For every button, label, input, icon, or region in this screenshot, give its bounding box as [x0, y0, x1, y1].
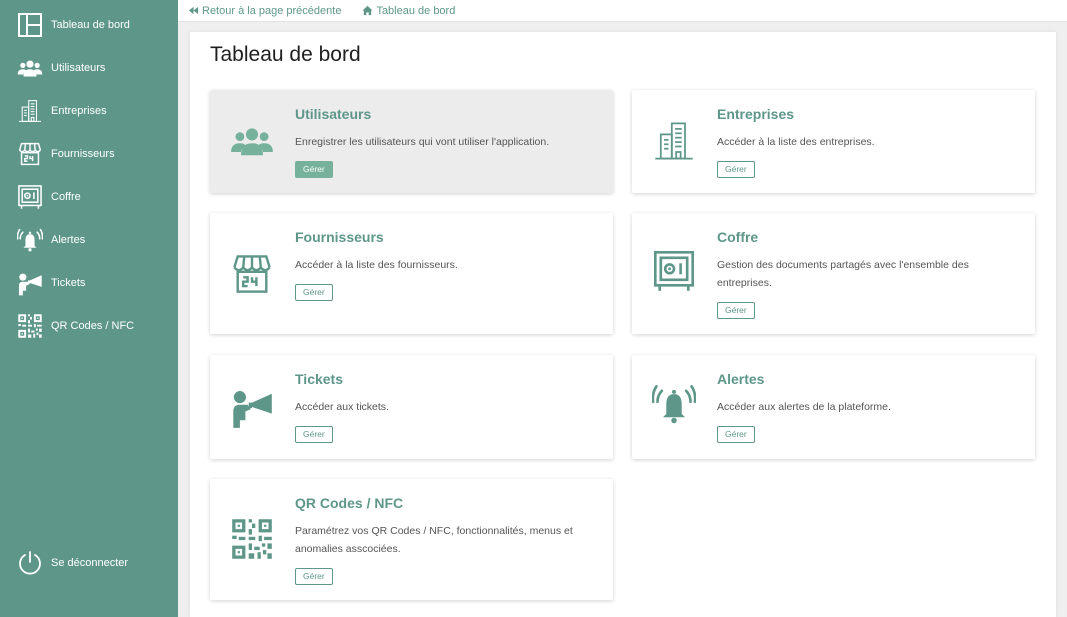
- sidebar-item-tableau-de-bord[interactable]: Tableau de bord: [0, 6, 178, 44]
- alarm-bell-icon: [652, 382, 696, 426]
- megaphone-person-icon: [16, 269, 44, 297]
- sidebar-item-utilisateurs[interactable]: Utilisateurs: [0, 49, 178, 87]
- card-description: Paramétrez vos QR Codes / NFC, fonctionn…: [295, 525, 573, 555]
- manage-button[interactable]: Gérer: [295, 161, 333, 178]
- manage-button[interactable]: Gérer: [717, 302, 755, 319]
- back-link-label: Retour à la page précédente: [202, 4, 342, 17]
- manage-button[interactable]: Gérer: [717, 426, 755, 443]
- qr-code-icon: [230, 517, 274, 561]
- users-icon: [16, 54, 44, 82]
- sidebar-item-qr-codes-nfc[interactable]: QR Codes / NFC: [0, 307, 178, 345]
- sidebar-item-label: Entreprises: [51, 105, 107, 117]
- sidebar: Tableau de bord Utilisateurs Entreprises…: [0, 0, 178, 617]
- double-chevron-left-icon: [188, 6, 199, 15]
- card-fournisseurs[interactable]: Fournisseurs Accéder à la liste des four…: [210, 213, 613, 334]
- back-link[interactable]: Retour à la page précédente: [188, 5, 341, 17]
- qr-code-icon: [16, 312, 44, 340]
- card-tickets[interactable]: Tickets Accéder aux tickets. Gérer: [210, 355, 613, 459]
- manage-button[interactable]: Gérer: [295, 568, 333, 585]
- card-title: Tickets: [295, 371, 343, 387]
- card-title: Coffre: [717, 229, 759, 245]
- sidebar-item-entreprises[interactable]: Entreprises: [0, 92, 178, 130]
- sidebar-item-coffre[interactable]: Coffre: [0, 178, 178, 216]
- sidebar-item-label: Tickets: [51, 277, 86, 289]
- users-icon: [230, 119, 274, 163]
- card-title: Fournisseurs: [295, 229, 384, 245]
- safe-icon: [652, 249, 696, 293]
- card-title: QR Codes / NFC: [295, 495, 404, 511]
- sidebar-item-fournisseurs[interactable]: Fournisseurs: [0, 135, 178, 173]
- building-icon: [16, 97, 44, 125]
- card-description: Gestion des documents partagés avec l'en…: [717, 259, 969, 289]
- card-description: Accéder aux tickets.: [295, 401, 389, 413]
- card-title: Utilisateurs: [295, 106, 372, 122]
- building-icon: [652, 119, 696, 163]
- alarm-bell-icon: [16, 226, 44, 254]
- logout-button[interactable]: Se déconnecter: [0, 544, 178, 582]
- card-description: Enregistrer les utilisateurs qui vont ut…: [295, 136, 550, 148]
- sidebar-item-label: Coffre: [51, 191, 81, 203]
- sidebar-item-label: Utilisateurs: [51, 62, 106, 74]
- main-panel: Tableau de bord Utilisateurs Enregistrer…: [190, 32, 1056, 617]
- safe-icon: [16, 183, 44, 211]
- sidebar-item-tickets[interactable]: Tickets: [0, 264, 178, 302]
- page-title: Tableau de bord: [210, 43, 361, 66]
- sidebar-item-label: Tableau de bord: [51, 19, 130, 31]
- card-qr-codes-nfc[interactable]: QR Codes / NFC Paramétrez vos QR Codes /…: [210, 479, 613, 600]
- sidebar-item-label: QR Codes / NFC: [51, 320, 135, 332]
- card-description: Accéder à la liste des entreprises.: [717, 136, 875, 148]
- card-description: Accéder à la liste des fournisseurs.: [295, 259, 458, 271]
- breadcrumb: Retour à la page précédente Tableau de b…: [178, 0, 1067, 22]
- card-coffre[interactable]: Coffre Gestion des documents partagés av…: [632, 213, 1035, 334]
- manage-button[interactable]: Gérer: [717, 161, 755, 178]
- sidebar-item-label: Alertes: [51, 234, 86, 246]
- card-title: Alertes: [717, 371, 765, 387]
- card-title: Entreprises: [717, 106, 795, 122]
- store-icon: [16, 140, 44, 168]
- sidebar-item-label: Fournisseurs: [51, 148, 115, 160]
- card-alertes[interactable]: Alertes Accéder aux alertes de la platef…: [632, 355, 1035, 459]
- home-link-label: Tableau de bord: [376, 4, 456, 17]
- card-description: Accéder aux alertes de la plateforme.: [717, 401, 891, 413]
- home-icon: [362, 5, 373, 16]
- home-link[interactable]: Tableau de bord: [362, 5, 455, 17]
- megaphone-person-icon: [230, 385, 274, 429]
- power-icon: [16, 549, 44, 577]
- sidebar-item-alertes[interactable]: Alertes: [0, 221, 178, 259]
- manage-button[interactable]: Gérer: [295, 284, 333, 301]
- card-entreprises[interactable]: Entreprises Accéder à la liste des entre…: [632, 90, 1035, 193]
- dashboard-icon: [16, 11, 44, 39]
- logout-label: Se déconnecter: [51, 557, 129, 569]
- manage-button[interactable]: Gérer: [295, 426, 333, 443]
- store-icon: [230, 252, 274, 296]
- card-utilisateurs[interactable]: Utilisateurs Enregistrer les utilisateur…: [210, 90, 613, 193]
